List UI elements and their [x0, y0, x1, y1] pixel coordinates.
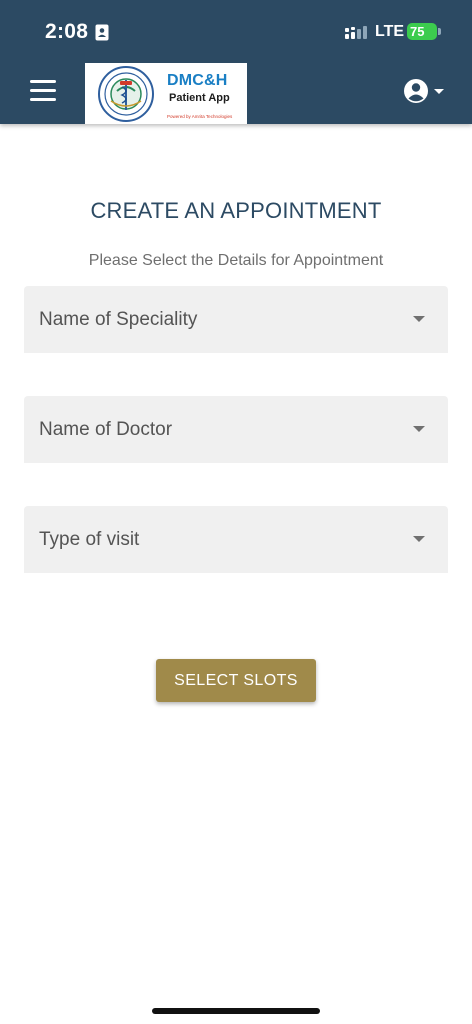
- hamburger-menu-icon[interactable]: [30, 80, 58, 102]
- battery-cap: [438, 28, 441, 35]
- home-indicator[interactable]: [152, 1008, 320, 1014]
- speciality-select-label: Name of Speciality: [39, 309, 198, 330]
- cellular-signal-icon: [345, 26, 367, 39]
- page-subtitle: Please Select the Details for Appointmen…: [88, 252, 384, 269]
- select-slots-button[interactable]: SELECT SLOTS: [156, 659, 316, 702]
- doctor-select-label: Name of Doctor: [39, 419, 173, 440]
- speciality-select[interactable]: Name of Speciality: [24, 286, 448, 353]
- visit-type-select-label: Type of visit: [39, 529, 140, 550]
- status-time: 2:08: [45, 20, 89, 43]
- dropdown-arrow-icon: [413, 536, 425, 542]
- college-seal-icon: [98, 66, 154, 122]
- network-type: LTE: [375, 23, 405, 40]
- visit-type-select[interactable]: Type of visit: [24, 506, 448, 573]
- logo-name: DMC&H: [167, 72, 228, 89]
- dropdown-arrow-icon: [413, 316, 425, 322]
- battery-icon: 75: [407, 23, 437, 40]
- page-title: CREATE AN APPOINTMENT: [90, 198, 382, 223]
- logo-subtitle: Patient App: [169, 92, 230, 104]
- app-logo: DMC&H Patient App Powered by Amrita Tech…: [85, 63, 247, 124]
- logo-powered-by: Powered by Amrita Technologies: [167, 114, 233, 119]
- account-circle-icon[interactable]: [403, 78, 447, 106]
- dropdown-arrow-icon: [413, 426, 425, 432]
- doctor-select[interactable]: Name of Doctor: [24, 396, 448, 463]
- id-card-icon: [95, 24, 109, 41]
- battery-level: 75: [410, 24, 425, 39]
- app-header: 2:08 LTE 75 DMC&H Patient App Powered by…: [0, 0, 472, 124]
